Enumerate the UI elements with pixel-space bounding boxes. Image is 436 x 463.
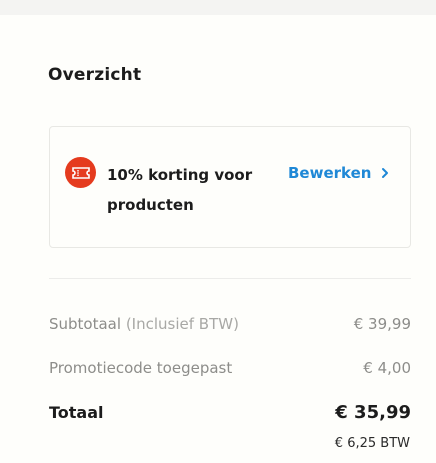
promo-applied-row: Promotiecode toegepast € 4,00 — [49, 359, 411, 377]
subtotal-label-group: Subtotaal (Inclusief BTW) — [49, 315, 239, 333]
promo-description: 10% korting voor producten — [107, 160, 267, 220]
promo-line-2: producten — [107, 196, 194, 214]
promo-applied-label: Promotiecode toegepast — [49, 359, 233, 377]
order-overview-panel: Overzicht 10% korting voor producten Bew… — [0, 15, 436, 463]
promo-applied-value: € 4,00 — [363, 359, 411, 377]
subtotal-row: Subtotaal (Inclusief BTW) € 39,99 — [49, 315, 411, 333]
ticket-icon — [65, 157, 96, 188]
total-value: € 35,99 — [335, 402, 411, 423]
promo-card: 10% korting voor producten Bewerken — [49, 126, 411, 248]
total-label: Totaal — [49, 403, 104, 422]
edit-promo-label: Bewerken — [288, 164, 372, 182]
chevron-right-icon — [381, 167, 389, 179]
subtotal-value: € 39,99 — [353, 315, 411, 333]
edit-promo-button[interactable]: Bewerken — [288, 160, 389, 186]
promo-line-1: 10% korting voor — [107, 166, 253, 184]
divider — [49, 278, 411, 279]
vat-amount: € 6,25 BTW — [334, 436, 410, 451]
overview-title: Overzicht — [48, 65, 142, 85]
total-row: Totaal € 35,99 — [49, 402, 411, 423]
subtotal-label: Subtotaal — [49, 315, 122, 333]
subtotal-vat-note: (Inclusief BTW) — [125, 315, 239, 333]
